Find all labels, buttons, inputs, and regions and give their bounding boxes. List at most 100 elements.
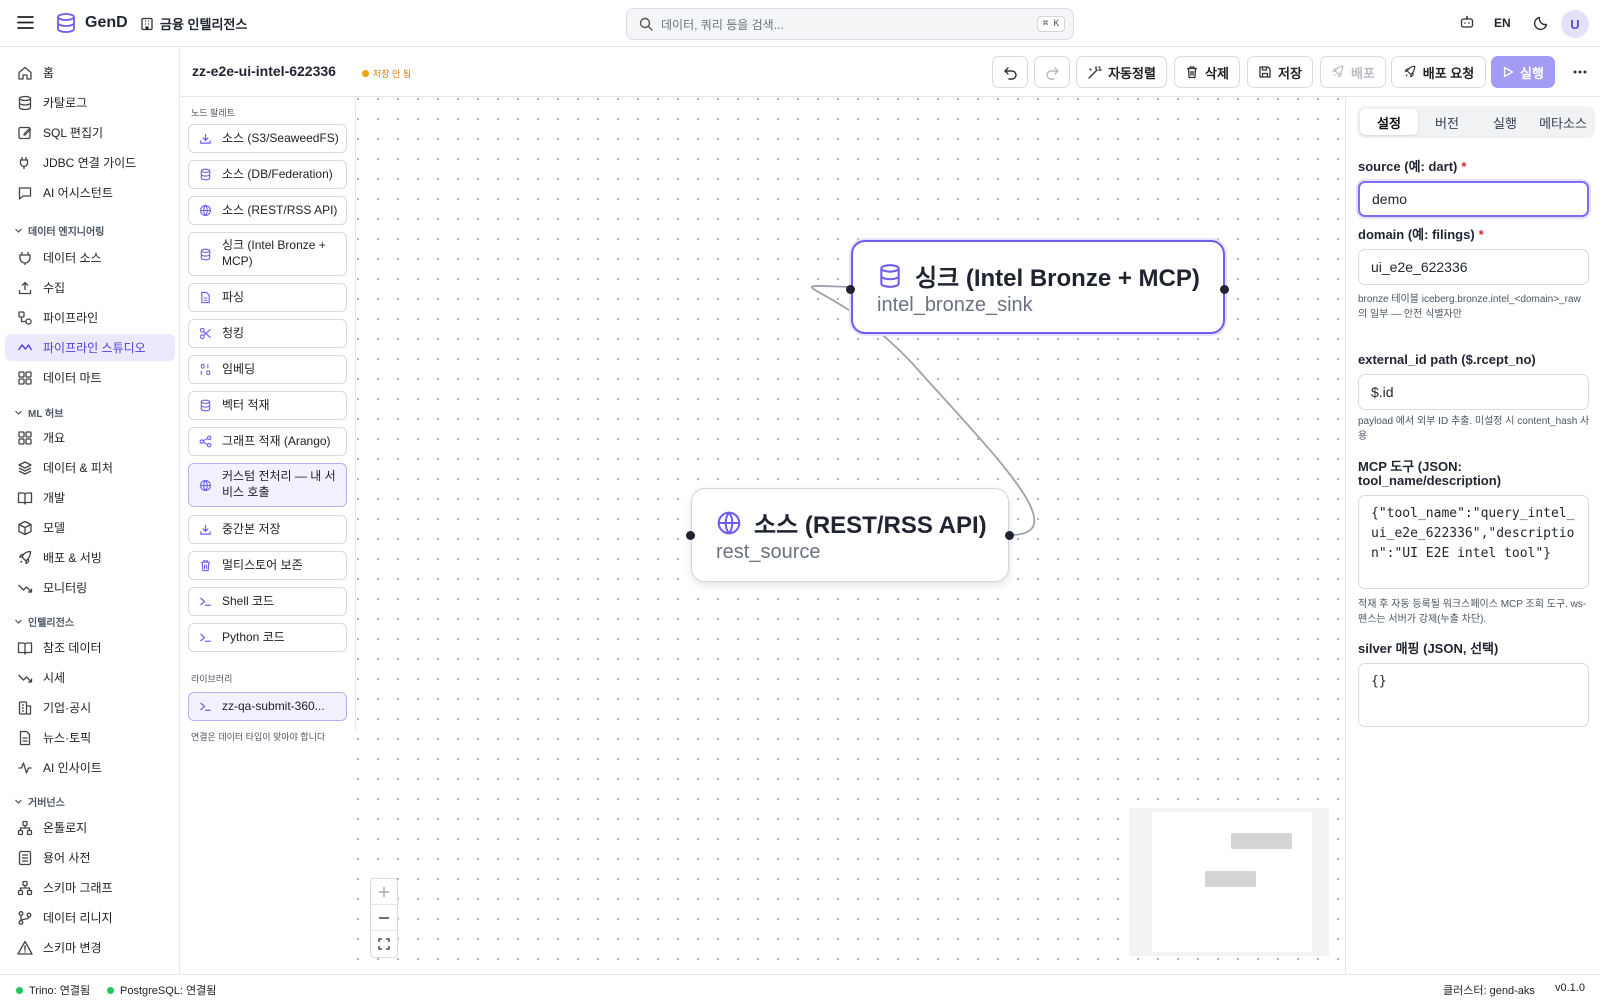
palette-item-parse[interactable]: 파싱 <box>188 283 347 312</box>
nav-item-corporate-disclosure[interactable]: 기업·공시 <box>5 694 175 721</box>
tab-meta-source[interactable]: 메타소스 <box>1534 109 1592 135</box>
nav-item-catalog[interactable]: 카탈로그 <box>5 89 175 116</box>
nav-label: JDBC 연결 가이드 <box>43 156 137 170</box>
nav-item-data-features[interactable]: 데이터 & 피처 <box>5 454 175 481</box>
palette-item-multistore[interactable]: 멀티스토어 보존 <box>188 551 347 580</box>
nav-section-intelligence[interactable]: 인텔리전스 <box>14 614 74 629</box>
nav-item-monitoring[interactable]: 모니터링 <box>5 574 175 601</box>
app-logo[interactable]: GenD <box>55 12 128 34</box>
nav-item-pipeline[interactable]: 파이프라인 <box>5 304 175 331</box>
palette-item-intermediate-save[interactable]: 중간본 저장 <box>188 515 347 544</box>
nav-section-title: 데이터 엔지니어링 <box>28 227 105 238</box>
palette-item-source-s3[interactable]: 소스 (S3/SeaweedFS) <box>188 124 347 153</box>
palette-item-python-code[interactable]: Python 코드 <box>188 623 347 652</box>
nav-section-governance[interactable]: 거버넌스 <box>14 794 65 809</box>
chevron-down-icon <box>15 228 22 233</box>
user-avatar[interactable]: U <box>1561 10 1589 38</box>
nav-item-jdbc-guide[interactable]: JDBC 연결 가이드 <box>5 149 175 176</box>
menu-icon[interactable] <box>17 15 34 30</box>
nav-item-schema-change[interactable]: 스키마 변경 <box>5 934 175 961</box>
palette-item-sink-intel[interactable]: 싱크 (Intel Bronze + MCP) <box>188 232 347 276</box>
postgres-status: PostgreSQL: 연결됨 <box>107 982 216 998</box>
undo-button[interactable] <box>992 56 1028 88</box>
palette-item-custom-preprocess[interactable]: 커스텀 전처리 — 내 서비스 호출 <box>188 463 347 507</box>
database-icon <box>200 248 211 260</box>
node-handle-input[interactable] <box>686 531 695 540</box>
more-button[interactable] <box>1563 56 1597 88</box>
bot-icon[interactable] <box>1459 14 1475 30</box>
nav-item-news-topics[interactable]: 뉴스·토픽 <box>5 724 175 751</box>
cluster-label: 클러스터: gend-aks <box>1443 985 1535 997</box>
zoom-controls <box>370 878 398 958</box>
palette-item-label: 소스 (DB/Federation) <box>222 166 333 181</box>
minimap[interactable] <box>1129 808 1329 956</box>
palette-item-chunk[interactable]: 청킹 <box>188 319 347 348</box>
nav-item-reference-data[interactable]: 참조 데이터 <box>5 634 175 661</box>
autolayout-button[interactable]: 자동정렬 <box>1076 56 1167 88</box>
palette-item-source-rest[interactable]: 소스 (REST/RSS API) <box>188 196 347 225</box>
moon-icon[interactable] <box>1533 15 1549 31</box>
deploy-request-button[interactable]: 배포 요청 <box>1391 56 1486 88</box>
nav-item-overview[interactable]: 개요 <box>5 424 175 451</box>
nav-item-development[interactable]: 개발 <box>5 484 175 511</box>
nav-item-model[interactable]: 모델 <box>5 514 175 541</box>
palette-item-source-db[interactable]: 소스 (DB/Federation) <box>188 160 347 189</box>
pipeline-canvas[interactable]: 싱크 (Intel Bronze + MCP) intel_bronze_sin… <box>356 97 1345 974</box>
database-icon <box>200 399 211 412</box>
save-button[interactable]: 저장 <box>1247 56 1313 88</box>
network-icon <box>17 820 33 835</box>
source-input[interactable]: demo <box>1358 181 1589 217</box>
nav-item-ai-insights[interactable]: AI 인사이트 <box>5 754 175 781</box>
library-item[interactable]: zz-qa-submit-360... <box>188 692 347 721</box>
nav-item-ingest[interactable]: 수집 <box>5 274 175 301</box>
nav-item-glossary[interactable]: 용어 사전 <box>5 844 175 871</box>
nav-section-ml-hub[interactable]: ML 허브 <box>14 405 63 420</box>
zoom-in-button[interactable] <box>371 879 397 905</box>
nav-item-schema-graph[interactable]: 스키마 그래프 <box>5 874 175 901</box>
redo-button[interactable] <box>1034 56 1070 88</box>
trash-icon <box>1187 66 1198 79</box>
palette-item-embed[interactable]: 임베딩 <box>188 355 347 384</box>
nav-item-pipeline-studio[interactable]: 파이프라인 스튜디오 <box>5 334 175 361</box>
nav-item-quotes[interactable]: 시세 <box>5 664 175 691</box>
node-title: 소스 (REST/RSS API) <box>716 505 987 540</box>
silver-mapping-textarea[interactable]: {} <box>1358 663 1589 727</box>
nav-section-data-engineering[interactable]: 데이터 엔지니어링 <box>14 223 104 238</box>
nav-item-data-lineage[interactable]: 데이터 리니지 <box>5 904 175 931</box>
nav-item-deploy-serving[interactable]: 배포 & 서빙 <box>5 544 175 571</box>
nav-label: 데이터 리니지 <box>43 911 113 925</box>
fit-view-button[interactable] <box>371 931 397 957</box>
nav-item-sql-editor[interactable]: SQL 편집기 <box>5 119 175 146</box>
tab-settings[interactable]: 설정 <box>1360 109 1418 135</box>
nav-item-data-mart[interactable]: 데이터 마트 <box>5 364 175 391</box>
node-handle-output[interactable] <box>1220 285 1229 294</box>
external-id-input[interactable]: $.id <box>1358 374 1589 410</box>
palette-item-shell-code[interactable]: Shell 코드 <box>188 587 347 616</box>
workspace-selector[interactable]: 금융 인텔리전스 <box>140 14 247 33</box>
node-handle-output[interactable] <box>1005 531 1014 540</box>
studio-icon <box>17 343 33 350</box>
palette-item-vector-load[interactable]: 벡터 적재 <box>188 391 347 420</box>
nav-item-home[interactable]: 홈 <box>5 59 175 86</box>
domain-input[interactable]: ui_e2e_622336 <box>1358 249 1589 285</box>
delete-button[interactable]: 삭제 <box>1174 56 1240 88</box>
deploy-button[interactable]: 배포 <box>1320 56 1386 88</box>
postgres-status-label: PostgreSQL: 연결됨 <box>120 985 217 997</box>
mcp-tool-textarea[interactable]: {"tool_name":"query_intel_ui_e2e_622336"… <box>1358 495 1589 589</box>
run-button[interactable]: 실행 <box>1491 56 1555 88</box>
palette-item-graph-load[interactable]: 그래프 적재 (Arango) <box>188 427 347 456</box>
tab-runs[interactable]: 실행 <box>1476 109 1534 135</box>
nav-label: 온톨로지 <box>43 821 88 835</box>
zoom-out-button[interactable] <box>371 905 397 931</box>
language-toggle[interactable]: EN <box>1494 16 1511 30</box>
nav-item-ai-assistant[interactable]: AI 어시스턴트 <box>5 179 175 206</box>
search-box[interactable]: 데이터, 쿼리 등을 검색... ⌘ K <box>626 8 1074 40</box>
nav-item-data-source[interactable]: 데이터 소스 <box>5 244 175 271</box>
nav-label: 모델 <box>43 521 66 535</box>
node-handle-input[interactable] <box>846 285 855 294</box>
node-rest-source[interactable]: 소스 (REST/RSS API) rest_source <box>691 488 1009 582</box>
node-intel-bronze-sink[interactable]: 싱크 (Intel Bronze + MCP) intel_bronze_sin… <box>851 240 1225 334</box>
pipeline-title[interactable]: zz-e2e-ui-intel-622336 <box>192 63 336 79</box>
tab-versions[interactable]: 버전 <box>1418 109 1476 135</box>
nav-item-ontology[interactable]: 온톨로지 <box>5 814 175 841</box>
